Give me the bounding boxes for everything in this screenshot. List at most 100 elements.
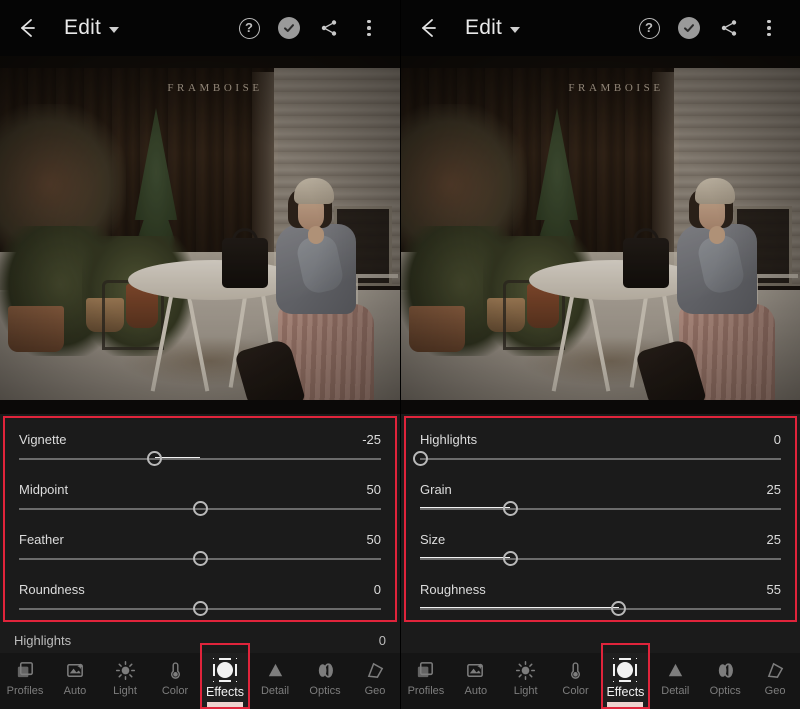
tab-light[interactable]: Light xyxy=(501,653,551,709)
photo-preview[interactable]: FRAMBOISE xyxy=(0,56,400,414)
overflow-dots xyxy=(767,19,771,37)
tab-optics[interactable]: Optics xyxy=(300,653,350,709)
help-circle-icon[interactable]: ? xyxy=(232,11,266,45)
slider-value: 50 xyxy=(366,532,381,547)
tab-light[interactable]: Light xyxy=(100,653,150,709)
tab-label: Profiles xyxy=(407,685,445,697)
slider-thumb[interactable] xyxy=(502,551,518,566)
tab-label: Auto xyxy=(464,685,488,697)
bottom-tab-bar: Profiles Auto Light Color Effects Detail Optic… xyxy=(401,643,800,709)
share-icon[interactable] xyxy=(312,11,346,45)
highlight-box-sliders: Highlights 0 Grain 25 Size 25 Roughness 55 xyxy=(404,416,797,622)
tab-label: Effects xyxy=(206,685,244,699)
help-circle-icon[interactable]: ? xyxy=(632,11,666,45)
vignette-overlay xyxy=(0,56,400,414)
geometry-icon xyxy=(365,658,386,682)
slider-label: Size xyxy=(420,532,446,547)
tab-label: Detail xyxy=(260,685,290,697)
slider-track[interactable] xyxy=(420,558,781,560)
left-screen: Edit ? Vignette -25 Midpoint 50 Feather … xyxy=(0,0,400,709)
slider-thumb[interactable] xyxy=(147,451,163,466)
slider-row-feather[interactable]: Feather 50 xyxy=(19,524,381,574)
tab-label: Detail xyxy=(661,685,690,697)
tab-color[interactable]: Color xyxy=(551,653,601,709)
slider-thumb[interactable] xyxy=(192,551,208,566)
photo-preview[interactable]: FRAMBOISE xyxy=(401,56,800,414)
tab-effects[interactable]: Effects xyxy=(600,643,651,709)
color-thermometer-icon xyxy=(165,658,186,682)
slider-row-roundness[interactable]: Roundness 0 xyxy=(19,574,381,624)
overflow-menu-icon[interactable] xyxy=(752,11,786,45)
slider-thumb[interactable] xyxy=(192,601,208,616)
chevron-down-icon[interactable] xyxy=(510,26,520,33)
right-screen: Edit ? Highlights 0 Grain 25 Size 25 Rou… xyxy=(400,0,800,709)
highlight-box-sliders: Vignette -25 Midpoint 50 Feather 50 Roundness 0 xyxy=(3,416,397,622)
tab-geo[interactable]: Geo xyxy=(750,653,800,709)
slider-value: 25 xyxy=(766,532,781,547)
back-arrow-icon[interactable] xyxy=(14,15,40,41)
slider-label: Midpoint xyxy=(19,482,69,497)
tab-label: Color xyxy=(161,685,189,697)
slider-value: 25 xyxy=(766,482,781,497)
check-circle-icon[interactable] xyxy=(272,11,306,45)
tab-detail[interactable]: Detail xyxy=(250,653,300,709)
slider-track[interactable] xyxy=(19,458,381,460)
tab-auto[interactable]: Auto xyxy=(451,653,501,709)
slider-thumb[interactable] xyxy=(611,601,627,616)
slider-value: 0 xyxy=(773,432,781,447)
slider-thumb[interactable] xyxy=(502,501,518,516)
tab-detail[interactable]: Detail xyxy=(650,653,700,709)
tab-label: Profiles xyxy=(6,685,44,697)
slider-row-grain[interactable]: Grain 25 xyxy=(420,474,781,524)
slider-row-highlights[interactable]: Highlights 0 xyxy=(412,424,781,474)
right-adjustment-panel: Highlights 0 Grain 25 Size 25 Roughness 55 Prof… xyxy=(401,414,800,709)
share-icon[interactable] xyxy=(712,11,746,45)
geometry-icon xyxy=(765,658,786,682)
tab-optics[interactable]: Optics xyxy=(700,653,750,709)
slider-track[interactable] xyxy=(420,608,781,610)
page-title-label: Edit xyxy=(465,16,502,39)
tab-color[interactable]: Color xyxy=(150,653,200,709)
slider-label: Feather xyxy=(19,532,64,547)
tab-label: Geo xyxy=(764,685,786,697)
chevron-down-icon[interactable] xyxy=(109,26,119,33)
slider-thumb[interactable] xyxy=(412,451,428,466)
tab-profiles[interactable]: Profiles xyxy=(0,653,50,709)
slider-row-size[interactable]: Size 25 xyxy=(420,524,781,574)
left-adjustment-panel: Vignette -25 Midpoint 50 Feather 50 Roundness 0… xyxy=(0,414,400,709)
light-sun-icon xyxy=(515,658,536,682)
tab-label: Optics xyxy=(309,685,341,697)
tab-label: Geo xyxy=(364,685,386,697)
overflow-menu-icon[interactable] xyxy=(352,11,386,45)
page-title[interactable]: Edit xyxy=(40,16,119,40)
slider-row-midpoint[interactable]: Midpoint 50 xyxy=(19,474,381,524)
peek-row-label: Highlights xyxy=(14,633,72,648)
slider-value: 50 xyxy=(366,482,381,497)
slider-track[interactable] xyxy=(420,508,781,510)
back-arrow-icon[interactable] xyxy=(415,15,441,41)
slider-label: Highlights xyxy=(420,432,478,447)
page-title[interactable]: Edit xyxy=(441,16,520,40)
light-sun-icon xyxy=(115,658,136,682)
tab-effects[interactable]: Effects xyxy=(200,643,250,709)
slider-thumb[interactable] xyxy=(192,501,208,516)
top-app-bar: Edit ? xyxy=(401,0,800,56)
slider-value: 0 xyxy=(373,582,381,597)
top-app-bar: Edit ? xyxy=(0,0,400,56)
slider-track[interactable] xyxy=(420,458,781,460)
photo-scene: FRAMBOISE xyxy=(0,56,400,414)
tab-label: Optics xyxy=(709,685,741,697)
slider-row-roughness[interactable]: Roughness 55 xyxy=(420,574,781,624)
tab-auto[interactable]: Auto xyxy=(50,653,100,709)
optics-lens-icon xyxy=(315,658,336,682)
bottom-tab-bar: Profiles Auto Light Color Effects Detail Optic… xyxy=(0,643,400,709)
slider-label: Roundness xyxy=(19,582,85,597)
auto-icon xyxy=(465,658,486,682)
help-glyph: ? xyxy=(638,17,660,39)
slider-label: Grain xyxy=(420,482,452,497)
slider-row-vignette[interactable]: Vignette -25 xyxy=(19,424,381,474)
tab-profiles[interactable]: Profiles xyxy=(401,653,451,709)
check-circle-icon[interactable] xyxy=(672,11,706,45)
tab-geo[interactable]: Geo xyxy=(350,653,400,709)
auto-icon xyxy=(65,658,86,682)
